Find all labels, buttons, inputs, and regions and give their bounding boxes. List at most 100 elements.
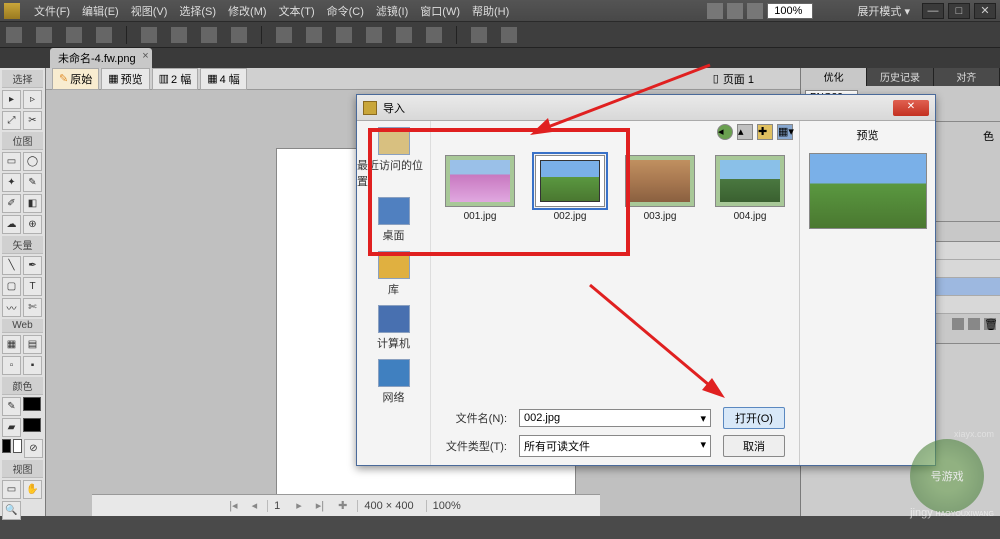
file-item[interactable]: 004.jpg [713, 155, 787, 222]
crop-tool[interactable]: ✂ [23, 111, 42, 130]
menu-view[interactable]: 视图(V) [125, 3, 174, 19]
bucket-tool[interactable]: ▰ [2, 418, 21, 437]
toolbar-icon[interactable] [276, 27, 292, 43]
toolbar-icon[interactable] [36, 27, 52, 43]
dialog-titlebar[interactable]: 导入 ✕ [357, 95, 935, 121]
toolbar-icon[interactable] [201, 27, 217, 43]
toolbar-icon[interactable] [366, 27, 382, 43]
swap-colors[interactable] [13, 439, 22, 453]
layer-action-icon[interactable] [968, 318, 980, 330]
toolbar-icon[interactable] [336, 27, 352, 43]
show-tool[interactable]: ▪ [23, 356, 42, 375]
back-icon[interactable]: ◂ [717, 124, 733, 140]
text-tool[interactable]: T [23, 277, 42, 296]
toolbar-icon[interactable] [306, 27, 322, 43]
knife-tool[interactable]: ✄ [23, 298, 42, 317]
close-tab-icon[interactable]: × [142, 50, 148, 62]
panel-tab-optimize[interactable]: 优化 [801, 68, 867, 86]
toolbar-icon[interactable] [501, 27, 517, 43]
default-colors[interactable] [2, 439, 11, 453]
screen-mode[interactable]: ▭ [2, 480, 21, 499]
pencil-tool[interactable]: ✐ [2, 194, 21, 213]
open-button[interactable]: 打开(O) [723, 407, 785, 429]
toolbar-icon[interactable] [231, 27, 247, 43]
subselect-tool[interactable]: ▹ [23, 90, 42, 109]
layer-action-icon[interactable] [952, 318, 964, 330]
panel-tab-align[interactable]: 对齐 [934, 68, 1000, 86]
newfolder-icon[interactable]: ✚ [757, 124, 773, 140]
menu-help[interactable]: 帮助(H) [466, 3, 515, 19]
subtab-original[interactable]: ✎原始 [52, 68, 99, 90]
close-button[interactable]: ✕ [974, 3, 996, 19]
slice-tool[interactable]: ▤ [23, 335, 42, 354]
zoom-icon[interactable] [747, 3, 763, 19]
menu-modify[interactable]: 修改(M) [222, 3, 273, 19]
toolbar-icon[interactable] [396, 27, 412, 43]
subtab-preview[interactable]: ▦预览 [101, 68, 149, 90]
document-tab[interactable]: 未命名-4.fw.png × [50, 48, 152, 68]
place-recent[interactable]: 最近访问的位置 [357, 127, 430, 189]
menu-filters[interactable]: 滤镜(I) [370, 3, 414, 19]
eraser-tool[interactable]: ◧ [23, 194, 42, 213]
freeform-tool[interactable]: 〰 [2, 298, 21, 317]
brush-tool[interactable]: ✎ [23, 173, 42, 192]
file-item[interactable]: 003.jpg [623, 155, 697, 222]
menu-commands[interactable]: 命令(C) [321, 3, 370, 19]
file-item-selected[interactable]: 002.jpg [533, 155, 607, 222]
zoom-field[interactable]: 100% [767, 3, 813, 19]
dialog-close-button[interactable]: ✕ [893, 100, 929, 116]
panel-tab-history[interactable]: 历史记录 [867, 68, 933, 86]
toolbar-icon[interactable] [6, 27, 22, 43]
nav-add[interactable]: ✚ [334, 499, 351, 512]
hand-icon[interactable] [727, 3, 743, 19]
menu-file[interactable]: 文件(F) [28, 3, 76, 19]
cancel-button[interactable]: 取消 [723, 435, 785, 457]
viewmode-icon[interactable]: ▦▾ [777, 124, 793, 140]
menu-edit[interactable]: 编辑(E) [76, 3, 125, 19]
assets-icon[interactable] [707, 3, 723, 19]
place-network[interactable]: 网络 [378, 359, 410, 405]
layout-mode[interactable]: 展开模式 ▾ [857, 3, 910, 19]
filetype-field[interactable]: 所有可读文件 [519, 435, 711, 457]
eyedrop-tool[interactable]: ✎ [2, 397, 21, 416]
subtab-2up[interactable]: ▥2 幅 [152, 68, 199, 90]
fill-color[interactable] [23, 418, 41, 432]
toolbar-icon[interactable] [471, 27, 487, 43]
pen-tool[interactable]: ✒ [23, 256, 42, 275]
place-computer[interactable]: 计算机 [377, 305, 410, 351]
status-zoom[interactable]: 100% [426, 500, 467, 512]
wand-tool[interactable]: ✦ [2, 173, 21, 192]
line-tool[interactable]: ╲ [2, 256, 21, 275]
lasso-tool[interactable]: ◯ [23, 152, 42, 171]
blur-tool[interactable]: ☁ [2, 215, 21, 234]
toolbar-icon[interactable] [426, 27, 442, 43]
menu-select[interactable]: 选择(S) [173, 3, 222, 19]
marquee-tool[interactable]: ▭ [2, 152, 21, 171]
toolbar-icon[interactable] [66, 27, 82, 43]
nav-prev[interactable]: ◂ [248, 499, 262, 512]
zoom-tool[interactable]: 🔍 [2, 501, 21, 520]
toolbar-icon[interactable] [96, 27, 112, 43]
hotspot-tool[interactable]: ▦ [2, 335, 21, 354]
place-library[interactable]: 库 [378, 251, 410, 297]
minimize-button[interactable]: — [922, 3, 944, 19]
file-item[interactable]: 001.jpg [443, 155, 517, 222]
hide-tool[interactable]: ▫ [2, 356, 21, 375]
up-icon[interactable]: ▴ [737, 124, 753, 140]
menu-window[interactable]: 窗口(W) [414, 3, 466, 19]
scale-tool[interactable]: ⤢ [2, 111, 21, 130]
hand-tool[interactable]: ✋ [23, 480, 42, 499]
maximize-button[interactable]: □ [948, 3, 970, 19]
nofill[interactable]: ⊘ [24, 439, 43, 458]
place-desktop[interactable]: 桌面 [378, 197, 410, 243]
nav-last[interactable]: ▸| [312, 499, 328, 512]
page-indicator[interactable]: ▯页面 1 [713, 71, 794, 87]
delete-icon[interactable]: 🗑 [984, 318, 996, 330]
pointer-tool[interactable]: ▸ [2, 90, 21, 109]
nav-first[interactable]: |◂ [225, 499, 241, 512]
filename-field[interactable]: 002.jpg [519, 409, 711, 427]
stamp-tool[interactable]: ⊕ [23, 215, 42, 234]
rect-tool[interactable]: ▢ [2, 277, 21, 296]
subtab-4up[interactable]: ▦4 幅 [200, 68, 247, 90]
toolbar-icon[interactable] [171, 27, 187, 43]
